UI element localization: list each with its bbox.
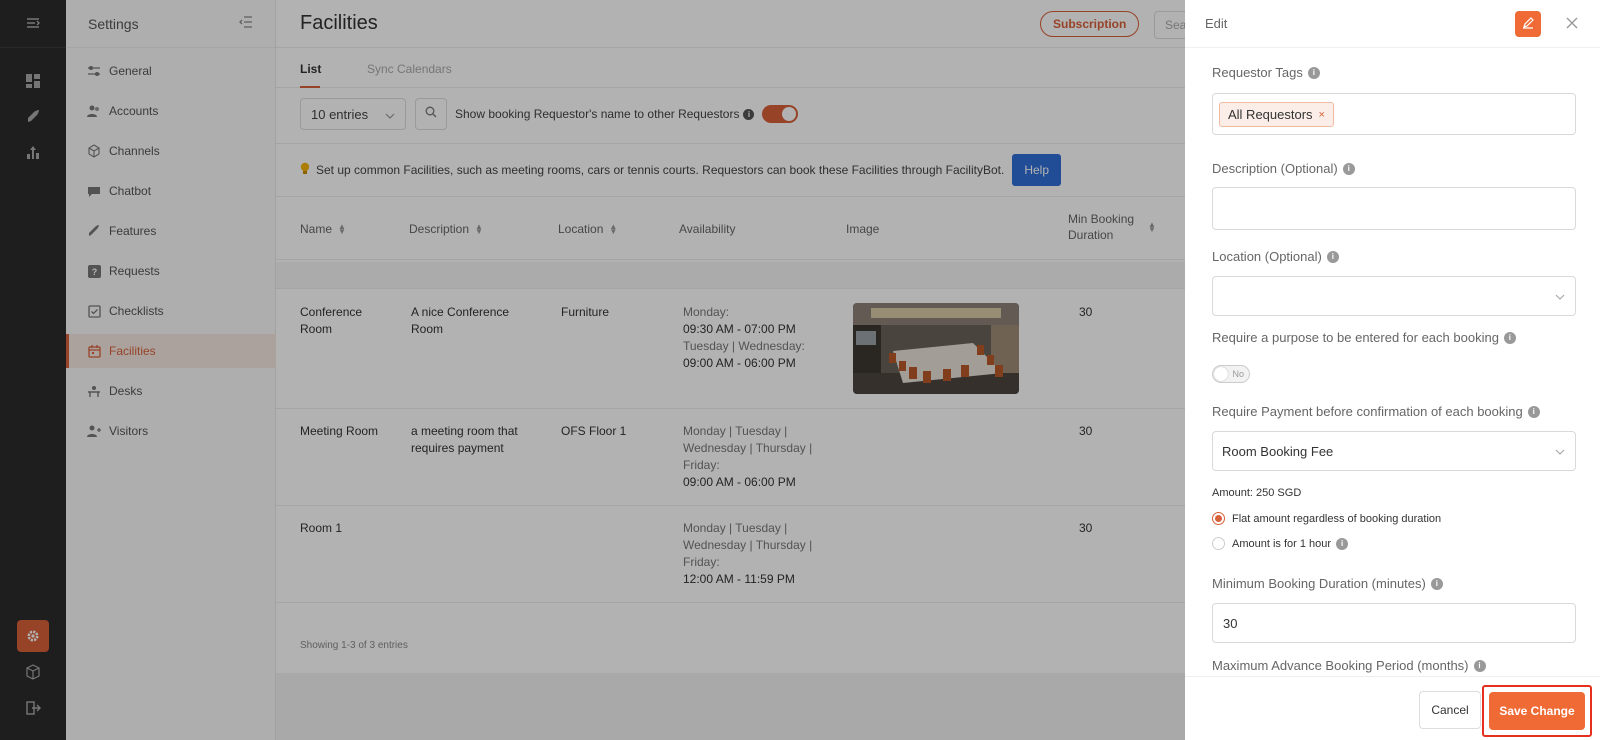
chevron-down-icon <box>1555 287 1565 305</box>
payment-selected-value: Room Booking Fee <box>1222 444 1334 459</box>
radio-hourly-label: Amount is for 1 hour <box>1232 537 1332 550</box>
description-textarea[interactable] <box>1212 187 1576 230</box>
save-change-button[interactable]: Save Change <box>1489 692 1585 730</box>
purpose-label: Require a purpose to be entered for each… <box>1212 330 1516 345</box>
min-duration-label: Minimum Booking Duration (minutes) i <box>1212 576 1443 591</box>
location-select[interactable] <box>1212 276 1576 316</box>
radio-flat-amount[interactable]: Flat amount regardless of booking durati… <box>1212 512 1441 525</box>
location-text: Location (Optional) <box>1212 249 1322 264</box>
modal-backdrop[interactable] <box>0 0 1185 740</box>
info-icon: i <box>1307 66 1320 79</box>
payment-label: Require Payment before confirmation of e… <box>1212 404 1540 419</box>
max-advance-label: Maximum Advance Booking Period (months) i <box>1212 658 1486 673</box>
min-duration-input[interactable]: 30 <box>1212 603 1576 643</box>
cancel-button[interactable]: Cancel <box>1419 691 1481 729</box>
radio-hourly-amount[interactable]: Amount is for 1 hour i <box>1212 537 1349 550</box>
info-icon: i <box>1326 250 1339 263</box>
max-advance-text: Maximum Advance Booking Period (months) <box>1212 658 1469 673</box>
info-icon: i <box>1430 577 1443 590</box>
radio-unselected-icon <box>1212 537 1225 550</box>
info-icon: i <box>1342 162 1355 175</box>
description-label: Description (Optional) i <box>1212 161 1355 176</box>
requestor-tags-text: Requestor Tags <box>1212 65 1303 80</box>
edit-panel-footer: Cancel Save Change <box>1185 676 1600 740</box>
close-panel-button[interactable] <box>1563 15 1581 33</box>
purpose-toggle[interactable]: No <box>1212 365 1250 383</box>
requestor-tag: All Requestors × <box>1219 102 1334 127</box>
description-text: Description (Optional) <box>1212 161 1338 176</box>
pencil-icon <box>1522 16 1534 32</box>
purpose-toggle-label: No <box>1232 369 1244 379</box>
info-icon: i <box>1473 659 1486 672</box>
location-label: Location (Optional) i <box>1212 249 1339 264</box>
requestor-tags-input[interactable]: All Requestors × <box>1212 93 1576 135</box>
requestor-tag-label: All Requestors <box>1228 107 1313 122</box>
radio-selected-icon <box>1212 512 1225 525</box>
info-icon: i <box>1336 537 1349 550</box>
radio-flat-label: Flat amount regardless of booking durati… <box>1232 512 1442 525</box>
edit-panel-header: Edit <box>1185 0 1600 48</box>
min-duration-text: Minimum Booking Duration (minutes) <box>1212 576 1426 591</box>
close-icon <box>1566 17 1578 32</box>
requestor-tags-label: Requestor Tags i <box>1212 65 1320 80</box>
payment-amount: Amount: 250 SGD <box>1212 487 1302 499</box>
payment-text: Require Payment before confirmation of e… <box>1212 404 1523 419</box>
edit-panel: Edit Requestor Tags i All Requestors × Des… <box>1185 0 1600 740</box>
chevron-down-icon <box>1555 442 1565 460</box>
edit-panel-title: Edit <box>1205 16 1228 31</box>
edit-mode-button[interactable] <box>1515 11 1541 37</box>
remove-tag-icon[interactable]: × <box>1319 109 1325 121</box>
min-duration-value: 30 <box>1223 616 1238 631</box>
purpose-text: Require a purpose to be entered for each… <box>1212 330 1499 345</box>
info-icon: i <box>1527 405 1540 418</box>
info-icon: i <box>1503 331 1516 344</box>
payment-select[interactable]: Room Booking Fee <box>1212 431 1576 471</box>
